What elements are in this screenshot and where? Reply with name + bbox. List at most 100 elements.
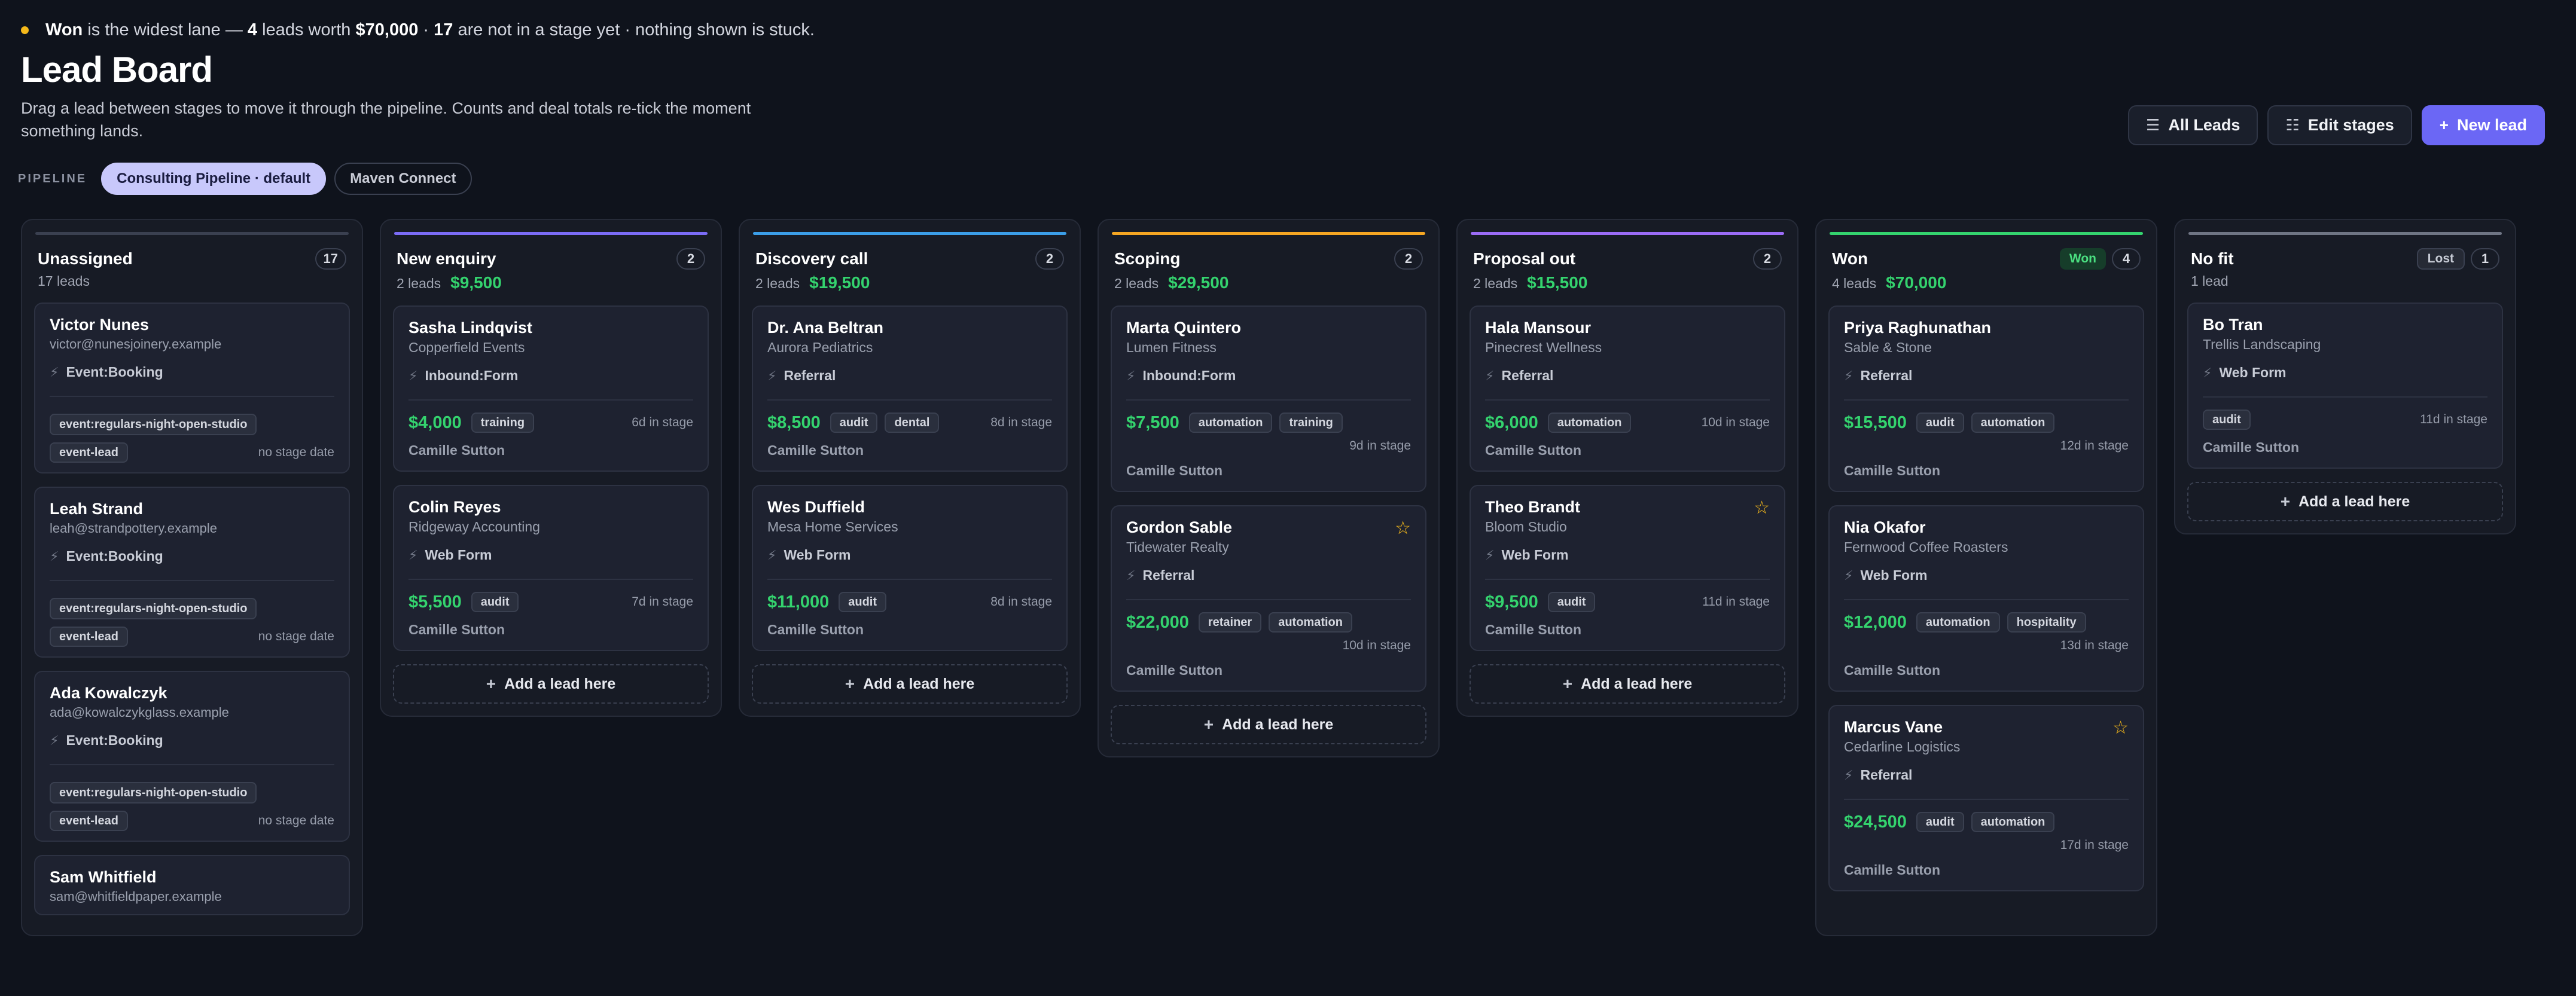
lead-tag: event-lead [50, 811, 128, 831]
lead-name: Dr. Ana Beltran [767, 319, 884, 337]
star-icon[interactable]: ☆ [1395, 520, 1411, 537]
all-leads-button[interactable]: ☰ All Leads [2128, 105, 2258, 145]
divider [1126, 399, 1411, 401]
days-in-stage: 10d in stage [1701, 415, 1770, 429]
lead-name: Nia Okafor [1844, 518, 1926, 536]
lead-source: ⚡ Web Form [1485, 547, 1770, 563]
lead-source-label: Referral [1501, 368, 1554, 383]
add-lead-button[interactable]: + Add a lead here [2187, 482, 2503, 521]
lead-tag: retainer [1198, 612, 1262, 633]
divider [1485, 579, 1770, 580]
source-icon: ⚡ [50, 732, 59, 748]
lead-source: ⚡ Web Form [1844, 567, 2129, 583]
lead-tag: audit [471, 592, 519, 612]
days-in-stage: 8d in stage [990, 415, 1052, 429]
lead-card[interactable]: Priya Raghunathan Sable & Stone ⚡ Referra… [1828, 305, 2144, 492]
column-header: Won Won 4 [1828, 248, 2144, 270]
add-lead-button[interactable]: + Add a lead here [393, 664, 709, 704]
column-stats: 1 lead [2187, 270, 2503, 289]
days-in-stage: 12d in stage [2060, 439, 2129, 453]
add-lead-button[interactable]: + Add a lead here [1470, 664, 1785, 704]
lead-card[interactable]: Sasha Lindqvist Copperfield Events ⚡ Inbo… [393, 305, 709, 472]
column-count-badge: 1 [2471, 248, 2499, 270]
divider [1844, 399, 2129, 401]
days-in-stage: 17d in stage [2060, 838, 2129, 852]
lead-card[interactable]: Marta Quintero Lumen Fitness ⚡ Inbound:Fo… [1111, 305, 1426, 492]
column-accent-bar [1830, 232, 2143, 235]
lead-deal-row: $7,500 automation training [1126, 413, 1411, 433]
column-header: New enquiry 2 [393, 248, 709, 270]
lead-company: Copperfield Events [408, 340, 525, 355]
star-icon[interactable]: ☆ [2112, 719, 2129, 737]
lead-deal-row: $22,000 retainer automation [1126, 612, 1411, 633]
lead-footer: event-lead no stage date [50, 627, 334, 647]
lead-tag: audit [1916, 413, 1964, 433]
lead-card[interactable]: Wes Duffield Mesa Home Services ⚡ Web For… [752, 485, 1068, 651]
lead-source: ⚡ Web Form [2203, 365, 2487, 381]
lead-tag: event-lead [50, 627, 128, 647]
lead-company: Aurora Pediatrics [767, 340, 873, 355]
column-header: Discovery call 2 [752, 248, 1068, 270]
lead-card[interactable]: Ada Kowalczyk ada@kowalczykglass.example… [34, 671, 350, 842]
lead-card[interactable]: ☆ Gordon Sable Tidewater Realty ⚡ Referra… [1111, 505, 1426, 692]
lead-name: Colin Reyes [408, 498, 501, 516]
days-in-stage: 10d in stage [1342, 638, 1411, 652]
column-lead-count: 4 leads [1832, 276, 1877, 291]
column-count-badge: 4 [2112, 248, 2141, 270]
summary-text: are not in a stage yet · nothing shown i… [458, 20, 815, 39]
edit-stages-label: Edit stages [2307, 116, 2394, 134]
divider [408, 579, 693, 580]
summary-text: leads worth [262, 20, 351, 39]
lead-card[interactable]: ☆ Marcus Vane Cedarline Logistics ⚡ Refer… [1828, 705, 2144, 891]
source-icon: ⚡ [1844, 368, 1853, 383]
lead-card[interactable]: Dr. Ana Beltran Aurora Pediatrics ⚡ Refer… [752, 305, 1068, 472]
column-title: Proposal out [1473, 249, 1576, 268]
days-in-stage: 11d in stage [2420, 413, 2487, 426]
pipeline-option-maven[interactable]: Maven Connect [334, 163, 472, 195]
lead-name: Wes Duffield [767, 498, 865, 516]
board-summary: Won is the widest lane — 4 leads worth $… [21, 20, 815, 40]
lead-card[interactable]: Nia Okafor Fernwood Coffee Roasters ⚡ Web… [1828, 505, 2144, 692]
lead-company: Pinecrest Wellness [1485, 340, 1602, 355]
lead-source: ⚡ Web Form [767, 547, 1052, 563]
star-icon[interactable]: ☆ [1754, 499, 1770, 517]
lead-card[interactable]: Sam Whitfield sam@whitfieldpaper.example [34, 855, 350, 915]
lead-company: Ridgeway Accounting [408, 519, 540, 534]
column-lead-count: 2 leads [755, 276, 800, 291]
lead-amount: $7,500 [1126, 413, 1179, 432]
divider [767, 579, 1052, 580]
lead-card[interactable]: ☆ Theo Brandt Bloom Studio ⚡ Web Form $9,… [1470, 485, 1785, 651]
column-stats: 2 leads $15,500 [1470, 270, 1785, 292]
lead-tag: training [1279, 413, 1343, 433]
stage-date: no stage date [258, 445, 334, 459]
summary-separator: · [423, 20, 429, 39]
lead-card[interactable]: Colin Reyes Ridgeway Accounting ⚡ Web For… [393, 485, 709, 651]
lead-deal-row: audit 11d in stage [2203, 410, 2487, 430]
lead-tag: audit [1547, 592, 1596, 612]
lead-tag: automation [1188, 413, 1273, 433]
divider [1844, 799, 2129, 800]
column-won: Won Won 4 4 leads $70,000 Priya Raghunat… [1815, 219, 2157, 936]
column-new-enquiry: New enquiry 2 2 leads $9,500 Sasha Lindq… [380, 219, 722, 717]
source-icon: ⚡ [50, 548, 59, 564]
lead-deal-row: $8,500 audit dental 8d in stage [767, 413, 1052, 433]
lead-card[interactable]: Hala Mansour Pinecrest Wellness ⚡ Referra… [1470, 305, 1785, 472]
add-lead-button[interactable]: + Add a lead here [1111, 705, 1426, 744]
new-lead-button[interactable]: + New lead [2421, 105, 2545, 145]
page-title: Lead Board [21, 50, 213, 90]
column-lead-count: 17 leads [38, 273, 90, 289]
column-accent-bar [394, 232, 708, 235]
add-lead-button[interactable]: + Add a lead here [752, 664, 1068, 704]
source-icon: ⚡ [767, 547, 777, 563]
edit-stages-button[interactable]: ☷ Edit stages [2267, 105, 2412, 145]
lead-company: Lumen Fitness [1126, 340, 1217, 355]
pipeline-option-consulting[interactable]: Consulting Pipeline · default [101, 163, 327, 195]
column-proposal-out: Proposal out 2 2 leads $15,500 Hala Mans… [1456, 219, 1798, 717]
lead-card[interactable]: Bo Tran Trellis Landscaping ⚡ Web Form au… [2187, 303, 2503, 469]
lead-owner: Camille Sutton [1844, 662, 1941, 678]
lead-card[interactable]: Leah Strand leah@strandpottery.example ⚡… [34, 487, 350, 658]
lead-source: ⚡ Referral [767, 368, 1052, 384]
list-icon: ☰ [2146, 116, 2160, 134]
lead-amount: $12,000 [1844, 612, 1907, 632]
lead-card[interactable]: Victor Nunes victor@nunesjoinery.example… [34, 303, 350, 473]
